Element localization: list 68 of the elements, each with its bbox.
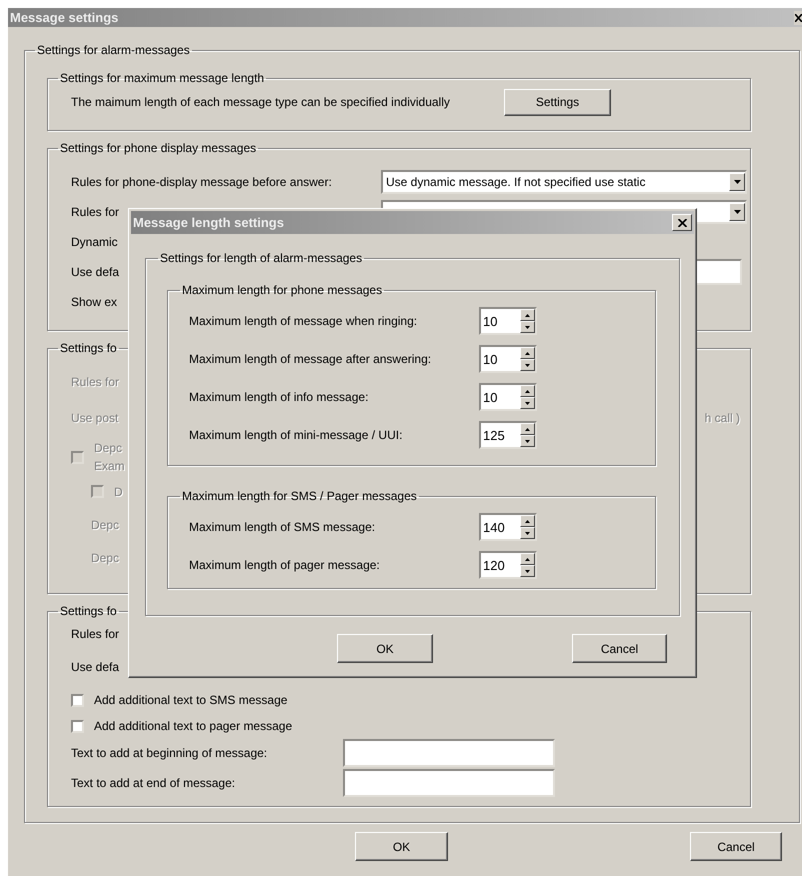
dialog-button[interactable]: Cancel xyxy=(572,634,667,663)
spin-up-icon xyxy=(520,515,535,527)
close-icon xyxy=(794,14,802,22)
window-title: Message settings xyxy=(10,10,118,25)
number-spinner[interactable]: 10 xyxy=(479,383,537,411)
field-label: Use defa xyxy=(71,660,120,674)
spin-down-icon xyxy=(520,359,535,371)
field-label: Text to add at beginning of message: xyxy=(71,746,268,760)
field-label: Rules for xyxy=(71,627,120,641)
close-button[interactable] xyxy=(672,214,692,231)
field-label: Maximum length of message after answering: xyxy=(189,352,432,366)
checkbox[interactable] xyxy=(71,694,84,706)
number-spinner[interactable]: 140 xyxy=(479,513,537,541)
group-title: Settings fo xyxy=(59,604,118,618)
dropdown[interactable]: Use dynamic message. If not specified use static xyxy=(381,170,747,194)
checkbox-label: Depc xyxy=(94,440,124,457)
field-label: Depc xyxy=(91,518,120,532)
checkbox-label: Add additional text to pager message xyxy=(94,718,292,735)
checkbox-label: Add additional text to SMS message xyxy=(94,692,288,709)
field-label: Maximum length of SMS message: xyxy=(189,520,376,534)
checkbox[interactable] xyxy=(71,720,84,732)
number-spinner[interactable]: 10 xyxy=(479,307,537,335)
spin-down-icon xyxy=(520,565,535,577)
field-label: Use defa xyxy=(71,265,120,279)
group-title: Settings for phone display messages xyxy=(59,141,258,155)
field-label: Maximum length of message when ringing: xyxy=(189,314,418,328)
dialog-button[interactable]: OK xyxy=(337,634,433,663)
spin-down-icon xyxy=(520,397,535,409)
group-title: Maximum length for phone messages xyxy=(181,283,384,297)
settings-button[interactable]: Settings xyxy=(504,88,611,116)
number-spinner[interactable]: 10 xyxy=(479,345,537,373)
group-title: Settings for maximum message length xyxy=(59,71,266,85)
spin-up-icon xyxy=(520,553,535,565)
field-label: Maximum length of info message: xyxy=(189,390,370,404)
close-button[interactable] xyxy=(794,10,802,24)
spin-down-icon xyxy=(520,527,535,539)
dialog-button[interactable]: OK xyxy=(355,832,448,861)
number-spinner[interactable]: 125 xyxy=(479,421,537,449)
field-label: Maximum length of pager message: xyxy=(189,558,381,572)
group-title: Settings fo xyxy=(59,341,118,355)
checkbox-label: Exam xyxy=(94,458,125,475)
checkbox-label: D xyxy=(114,484,123,500)
spin-down-icon xyxy=(520,435,535,447)
description-text: The maimum length of each message type can be specified individually xyxy=(71,95,451,109)
group-title: Maximum length for SMS / Pager messages xyxy=(181,489,418,503)
text-field[interactable] xyxy=(343,769,555,797)
number-spinner[interactable]: 120 xyxy=(479,551,537,579)
field-label: Maximum length of mini-message / UUI: xyxy=(189,428,404,442)
field-label: Rules for xyxy=(71,205,120,219)
field-label: Rules for phone-display message before answer: xyxy=(71,175,333,189)
spin-up-icon xyxy=(520,347,535,359)
group-title: Settings for alarm-messages xyxy=(36,43,191,57)
field-label: Use post xyxy=(71,411,118,425)
field-label: Text to add at end of message: xyxy=(71,776,236,790)
spin-up-icon xyxy=(520,423,535,435)
spin-up-icon xyxy=(520,385,535,397)
option-text: h call ) xyxy=(704,411,740,425)
text-field[interactable] xyxy=(343,739,555,767)
field-label: Depc xyxy=(91,550,120,564)
spin-down-icon xyxy=(520,321,535,333)
field-label: Dynamic xyxy=(71,235,119,249)
spin-up-icon xyxy=(520,309,535,321)
field-label: Show ex xyxy=(71,295,118,309)
field-label: Rules for xyxy=(71,375,120,389)
close-icon xyxy=(678,218,686,226)
group-title: Settings for length of alarm-messages xyxy=(159,251,364,265)
dialog-button[interactable]: Cancel xyxy=(690,832,782,861)
dialog-title: Message length settings xyxy=(133,215,284,230)
